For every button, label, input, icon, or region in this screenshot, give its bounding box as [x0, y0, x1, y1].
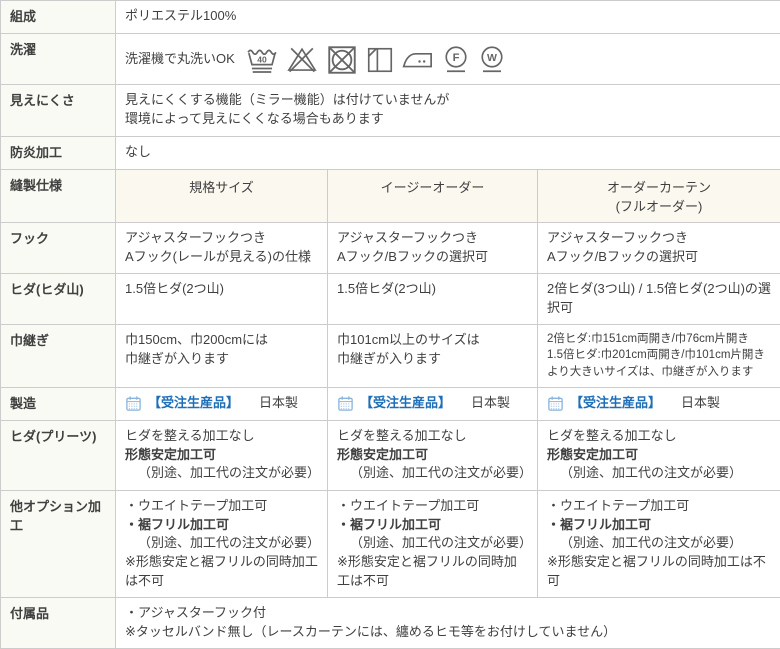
cell-pleats-full-order: ヒダを整える加工なし 形態安定加工可 （別途、加工代の注文が必要） [538, 420, 780, 490]
row-composition: 組成 ポリエステル100% [1, 1, 780, 34]
cell-manufacture-full-order: 【受注生産品】 日本製 [538, 387, 780, 420]
accessories-line-2: ※タッセルバンド無し（レースカーテンには、纏めるヒモ等をお付けしていません） [125, 623, 771, 642]
cell-hook-standard: アジャスターフックつき Aフック(レールが見える)の仕様 [116, 223, 328, 274]
visibility-line-1: 見えにくくする機能（ミラー機能）は付けていませんが [125, 91, 771, 110]
wet-clean-gentle-icon: W [477, 42, 507, 78]
hang-dry-in-shade-icon [365, 42, 395, 78]
cell-hook-full-order: アジャスターフックつき Aフック/Bフックの選択可 [538, 223, 780, 274]
iron-medium-icon [401, 42, 435, 78]
cell-pleats-easy-order: ヒダを整える加工なし 形態安定加工可 （別途、加工代の注文が必要） [328, 420, 538, 490]
cell-options-standard: ・ウエイトテープ加工可 ・裾フリル加工可 （別途、加工代の注文が必要） ※形態安… [116, 490, 328, 597]
column-header-easy-order: イージーオーダー [328, 169, 538, 223]
row-sewing-spec: 縫製仕様 規格サイズ イージーオーダー オーダーカーテン (フルオーダー) [1, 169, 780, 223]
row-label-options: 他オプション加工 [1, 490, 116, 597]
svg-text:F: F [452, 52, 459, 64]
origin-label: 日本製 [681, 394, 720, 413]
calendar-icon [547, 395, 564, 412]
cell-composition-value: ポリエステル100% [116, 1, 780, 34]
cell-manufacture-standard: 【受注生産品】 日本製 [116, 387, 328, 420]
cell-width-joining-standard: 巾150cm、巾200cmには 巾継ぎが入ります [116, 324, 328, 387]
row-label-visibility: 見えにくさ [1, 84, 116, 136]
dry-clean-petroleum-gentle-icon: F [441, 42, 471, 78]
column-header-full-order: オーダーカーテン (フルオーダー) [538, 169, 780, 223]
row-washing: 洗濯 洗濯機で丸洗いOK 40 [1, 33, 780, 84]
row-accessories: 付属品 ・アジャスターフック付 ※タッセルバンド無し（レースカーテンには、纏める… [1, 597, 780, 648]
cell-flame-retardant-value: なし [116, 136, 780, 169]
cell-manufacture-easy-order: 【受注生産品】 日本製 [328, 387, 538, 420]
row-manufacture: 製造 【受注生産品】 日本製 [1, 387, 780, 420]
cell-accessories: ・アジャスターフック付 ※タッセルバンド無し（レースカーテンには、纏めるヒモ等を… [116, 597, 780, 648]
cell-pleats-standard: ヒダを整える加工なし 形態安定加工可 （別途、加工代の注文が必要） [116, 420, 328, 490]
cell-pleat-mountain-standard: 1.5倍ヒダ(2つ山) [116, 274, 328, 325]
row-label-pleats: ヒダ(プリーツ) [1, 420, 116, 490]
made-to-order-badge: 【受注生産品】 [570, 394, 661, 413]
row-visibility: 見えにくさ 見えにくくする機能（ミラー機能）は付けていませんが 環境によって見え… [1, 84, 780, 136]
row-label-width-joining: 巾継ぎ [1, 324, 116, 387]
cell-width-joining-easy-order: 巾101cm以上のサイズは 巾継ぎが入ります [328, 324, 538, 387]
svg-text:W: W [487, 52, 497, 64]
row-label-composition: 組成 [1, 1, 116, 34]
row-label-hook: フック [1, 223, 116, 274]
washing-cell: 洗濯機で丸洗いOK 40 [125, 40, 771, 78]
row-label-manufacture: 製造 [1, 387, 116, 420]
cell-options-full-order: ・ウエイトテープ加工可 ・裾フリル加工可 （別途、加工代の注文が必要） ※形態安… [538, 490, 780, 597]
cell-hook-easy-order: アジャスターフックつき Aフック/Bフックの選択可 [328, 223, 538, 274]
row-label-accessories: 付属品 [1, 597, 116, 648]
cell-visibility: 見えにくくする機能（ミラー機能）は付けていませんが 環境によって見えにくくなる場… [116, 84, 780, 136]
row-label-flame-retardant: 防炎加工 [1, 136, 116, 169]
column-header-standard-size: 規格サイズ [116, 169, 328, 223]
visibility-line-2: 環境によって見えにくくなる場合もあります [125, 110, 771, 129]
made-to-order-badge: 【受注生産品】 [360, 394, 451, 413]
accessories-line-1: ・アジャスターフック付 [125, 604, 771, 623]
row-hook: フック アジャスターフックつき Aフック(レールが見える)の仕様 アジャスターフ… [1, 223, 780, 274]
row-label-sewing-spec: 縫製仕様 [1, 169, 116, 223]
calendar-icon [337, 395, 354, 412]
calendar-icon [125, 395, 142, 412]
row-pleats: ヒダ(プリーツ) ヒダを整える加工なし 形態安定加工可 （別途、加工代の注文が必… [1, 420, 780, 490]
cell-width-joining-full-order: 2倍ヒダ:巾151cm両開き/巾76cm片開き 1.5倍ヒダ:巾201cm両開き… [538, 324, 780, 387]
row-label-washing: 洗濯 [1, 33, 116, 84]
row-label-pleat-mountain: ヒダ(ヒダ山) [1, 274, 116, 325]
do-not-bleach-icon [285, 42, 319, 78]
wash-40-very-gentle-icon: 40 [245, 42, 279, 78]
cell-pleat-mountain-easy-order: 1.5倍ヒダ(2つ山) [328, 274, 538, 325]
made-to-order-badge: 【受注生産品】 [148, 394, 239, 413]
origin-label: 日本製 [259, 394, 298, 413]
row-flame-retardant: 防炎加工 なし [1, 136, 780, 169]
row-options: 他オプション加工 ・ウエイトテープ加工可 ・裾フリル加工可 （別途、加工代の注文… [1, 490, 780, 597]
cell-pleat-mountain-full-order: 2倍ヒダ(3つ山) / 1.5倍ヒダ(2つ山)の選択可 [538, 274, 780, 325]
do-not-tumble-dry-icon [325, 42, 359, 78]
washing-text: 洗濯機で丸洗いOK [125, 50, 235, 69]
product-spec-table: 組成 ポリエステル100% 洗濯 洗濯機で丸洗いOK 40 [0, 0, 780, 649]
svg-text:40: 40 [257, 54, 267, 64]
row-width-joining: 巾継ぎ 巾150cm、巾200cmには 巾継ぎが入ります 巾101cm以上のサイ… [1, 324, 780, 387]
row-pleat-mountain: ヒダ(ヒダ山) 1.5倍ヒダ(2つ山) 1.5倍ヒダ(2つ山) 2倍ヒダ(3つ山… [1, 274, 780, 325]
cell-options-easy-order: ・ウエイトテープ加工可 ・裾フリル加工可 （別途、加工代の注文が必要） ※形態安… [328, 490, 538, 597]
origin-label: 日本製 [471, 394, 510, 413]
